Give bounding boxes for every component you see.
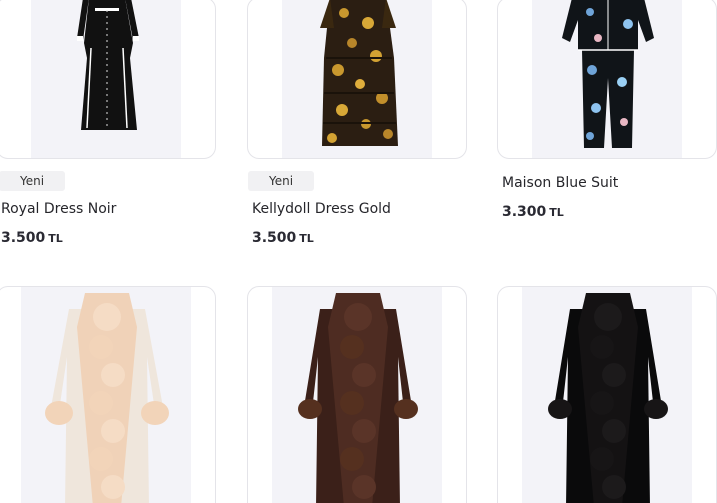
black-dress-image	[77, 0, 139, 130]
price-currency: TL	[48, 232, 63, 245]
cream-fur-coat-image	[45, 293, 169, 503]
gold-floral-dress-image	[320, 0, 398, 146]
brown-fur-coat-image	[298, 293, 418, 503]
product-name-kellydoll-dress-gold[interactable]: Kellydoll Dress Gold	[252, 201, 391, 217]
product-grid: Yeni Royal Dress Noir 3.500 TL Yeni Kelly…	[0, 0, 717, 503]
blue-floral-suit-image	[562, 0, 654, 148]
price-value: 3.500	[1, 230, 46, 246]
product-price: 3.300 TL	[502, 204, 564, 220]
product-price: 3.500 TL	[252, 230, 314, 246]
price-value: 3.500	[252, 230, 297, 246]
price-value: 3.300	[502, 204, 547, 220]
product-card-image-maison-blue-suit[interactable]	[497, 0, 717, 159]
product-card-image-royal-dress-noir[interactable]	[0, 0, 216, 159]
product-card-image-cream-fur-coat[interactable]	[0, 286, 216, 503]
product-name-royal-dress-noir[interactable]: Royal Dress Noir	[1, 201, 116, 217]
product-card-image-brown-fur-coat[interactable]	[247, 286, 467, 503]
price-currency: TL	[299, 232, 314, 245]
product-card-image-kellydoll-dress-gold[interactable]	[247, 0, 467, 159]
product-price: 3.500 TL	[1, 230, 63, 246]
product-name-maison-blue-suit[interactable]: Maison Blue Suit	[502, 175, 618, 191]
new-badge: Yeni	[0, 171, 65, 191]
product-card-image-black-fur-coat[interactable]	[497, 286, 717, 503]
black-fur-coat-image	[548, 293, 668, 503]
price-currency: TL	[549, 206, 564, 219]
new-badge: Yeni	[248, 171, 314, 191]
